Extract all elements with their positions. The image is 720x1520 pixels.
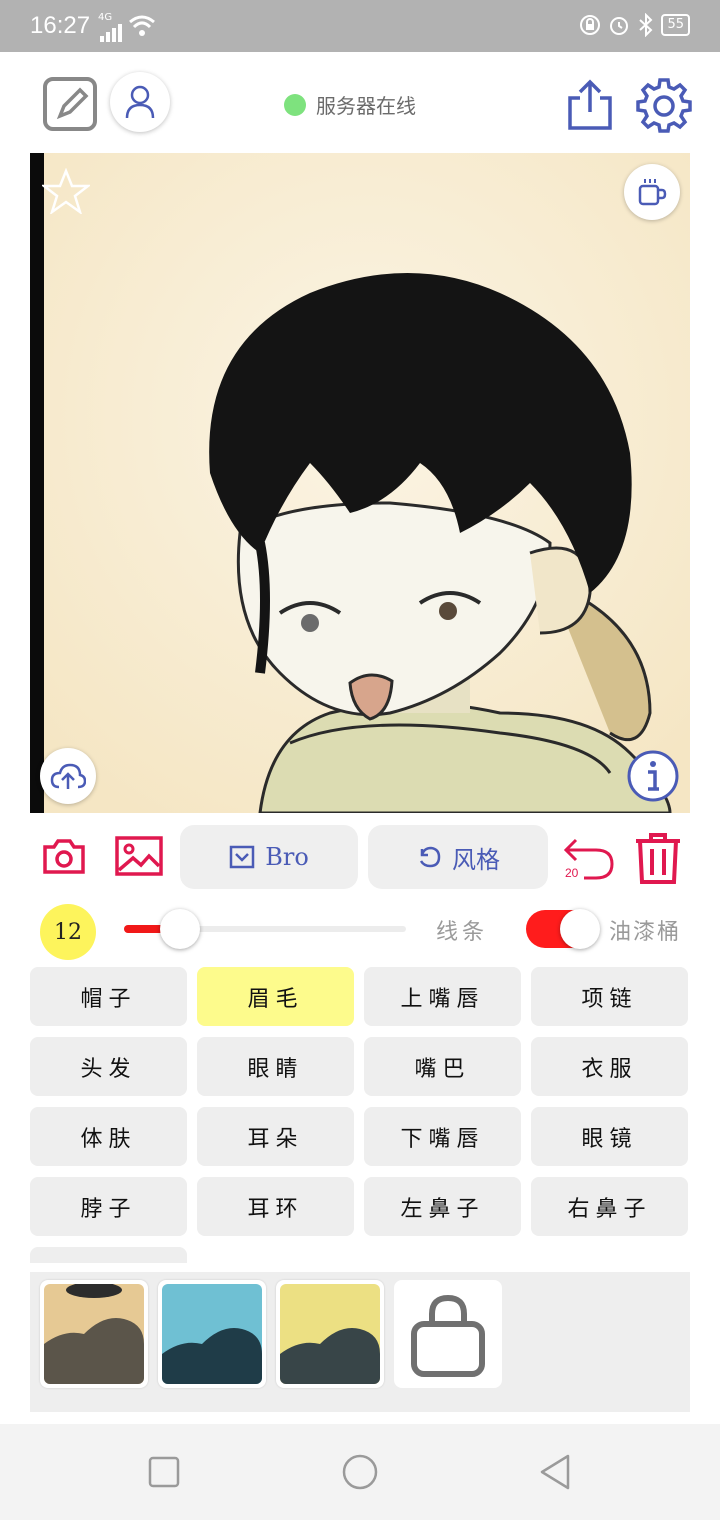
cloud-upload-icon [50,763,86,789]
image-icon [115,836,163,876]
server-status: 服务器在线 [284,90,416,119]
style-swatch[interactable] [40,1280,148,1388]
pen-square-icon [43,77,97,131]
swatch-thumbnail [280,1284,380,1384]
delete-button[interactable] [632,830,684,886]
top-bar: 服务器在线 [0,52,720,152]
lock-rotate-icon [580,15,601,35]
trash-icon [636,833,680,884]
part-button-lower-lip[interactable]: 下嘴唇 [364,1107,521,1166]
gallery-button[interactable] [114,834,164,878]
server-status-dot [284,93,306,116]
character-illustration [44,153,690,813]
network-type: 4G [98,12,113,23]
part-button-ears[interactable]: 耳朵 [197,1107,354,1166]
circle-icon [342,1454,378,1490]
line-mode-label: 线条 [436,920,489,945]
recents-button[interactable] [146,1454,182,1490]
part-button-necklace[interactable]: 项链 [531,967,688,1026]
style-swatch[interactable] [158,1280,266,1388]
brush-size-row: 12 线条 油漆桶 [0,898,720,962]
camera-icon [43,839,85,874]
status-time: 16:27 [30,12,91,39]
part-button-clothes[interactable]: 衣服 [531,1037,688,1096]
battery-level: 55 [661,14,690,36]
brush-selector-button[interactable]: Bro [180,825,358,889]
swatch-thumbnail [44,1282,144,1384]
camera-button[interactable] [40,834,88,878]
dropdown-box-icon [229,845,255,869]
style-palette [30,1272,690,1412]
shop-button[interactable] [394,1280,502,1388]
undo-count: 20 [565,866,579,880]
favorite-button[interactable] [40,167,92,218]
bucket-toggle[interactable] [526,909,600,949]
part-button-right-nose[interactable]: 右鼻子 [531,1177,688,1236]
style-swatch[interactable] [276,1280,384,1388]
cloud-upload-button[interactable] [40,748,96,804]
drawing-canvas[interactable] [30,153,690,813]
part-button-eyebrows[interactable]: 眉毛 [197,967,354,1026]
signal-icon [100,24,122,42]
gear-icon [636,78,692,133]
settings-button[interactable] [636,78,692,134]
part-button-mouth[interactable]: 嘴巴 [364,1037,521,1096]
part-button-glasses[interactable]: 眼镜 [531,1107,688,1166]
tool-row: Bro 风格 [0,822,720,892]
brush-size-handle[interactable] [160,909,201,949]
coffee-button[interactable] [624,164,680,220]
style-label: 风格 [452,845,500,874]
part-button-left-nose[interactable]: 左鼻子 [364,1177,521,1236]
part-button-hair[interactable]: 头发 [30,1037,187,1096]
user-button[interactable] [110,72,170,132]
brush-size-badge: 12 [40,904,96,960]
wifi-icon [129,15,155,36]
share-icon [568,79,612,130]
info-button[interactable] [626,749,680,803]
square-icon [148,1456,180,1488]
bluetooth-icon [639,13,653,37]
triangle-back-icon [540,1454,570,1490]
part-button-eyes[interactable]: 眼睛 [197,1037,354,1096]
back-button[interactable] [536,1452,576,1492]
bucket-mode-label: 油漆桶 [609,920,682,945]
system-nav-bar [0,1424,720,1520]
brush-label: Bro [265,843,309,871]
swatch-thumbnail [162,1284,262,1384]
edit-mode-button[interactable] [42,76,98,132]
style-button[interactable]: 风格 [368,825,548,889]
server-status-label: 服务器在线 [316,94,416,118]
part-button-neck[interactable]: 脖子 [30,1177,187,1236]
part-button-next-row[interactable] [30,1247,187,1263]
cup-icon [638,179,667,206]
home-button[interactable] [340,1452,380,1492]
bucket-toggle-knob [560,909,600,949]
part-button-hat[interactable]: 帽子 [30,967,187,1026]
status-bar: 16:27 4G 55 [0,0,720,52]
refresh-icon [419,846,441,868]
part-button-skin[interactable]: 体肤 [30,1107,187,1166]
share-button[interactable] [565,78,615,132]
bag-icon [398,1284,498,1384]
alarm-icon [610,17,629,35]
part-button-earrings[interactable]: 耳环 [197,1177,354,1236]
star-icon [40,167,92,216]
user-icon [125,85,155,119]
part-button-upper-lip[interactable]: 上嘴唇 [364,967,521,1026]
info-icon [627,750,679,802]
